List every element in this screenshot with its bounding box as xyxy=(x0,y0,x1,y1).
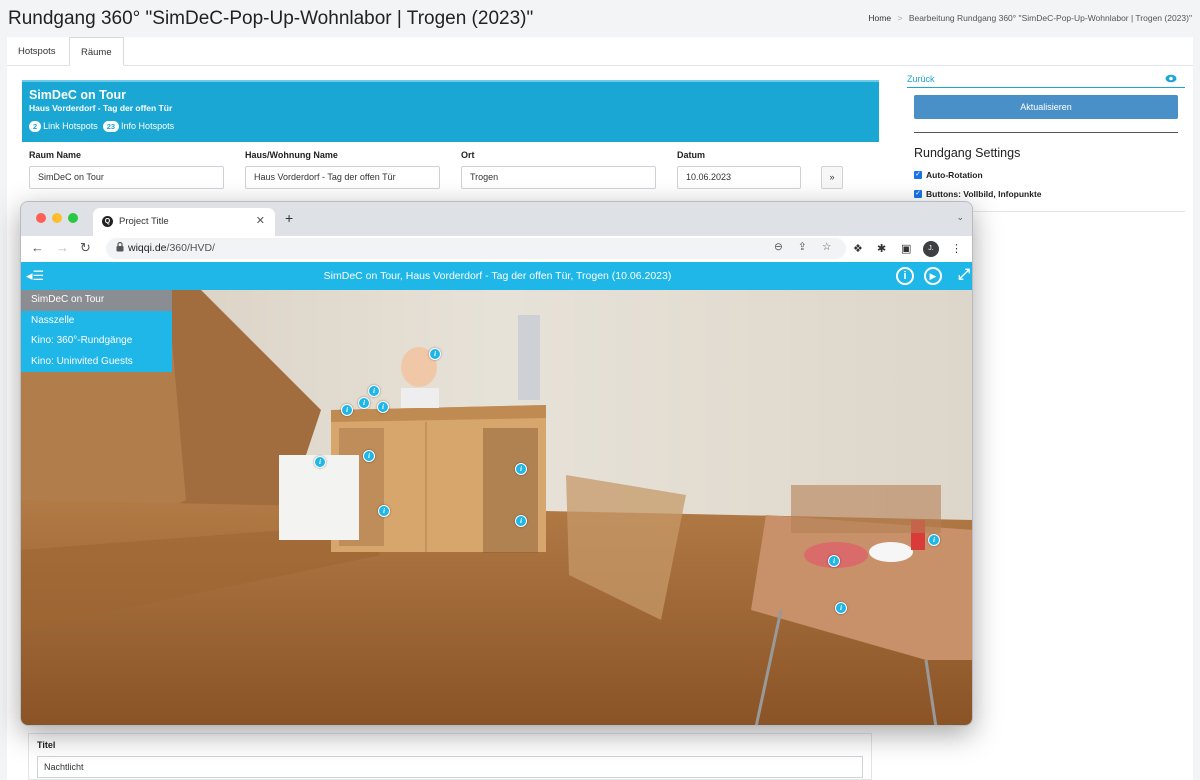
info-hotspot-icon[interactable]: i xyxy=(828,555,840,567)
info-hotspot-icon[interactable]: i xyxy=(363,450,375,462)
titel-input[interactable]: Nachtlicht xyxy=(37,756,863,778)
address-bar[interactable]: wiqqi.de/360/HVD/ ⊖ ⇪ ☆ xyxy=(106,238,846,259)
checkbox-checked-icon[interactable]: ✓ xyxy=(914,171,922,179)
info-hotspot-icon[interactable]: i xyxy=(378,505,390,517)
autorotate-play-icon[interactable]: ▶ xyxy=(924,267,942,285)
haus-name-input[interactable]: Haus Vorderdorf - Tag der offen Tür xyxy=(245,166,440,189)
hotspot-counts: 2 Link Hotspots 23 Info Hotspots xyxy=(29,121,174,132)
url-path: /360/HVD/ xyxy=(166,242,215,254)
url-text[interactable]: wiqqi.de/360/HVD/ xyxy=(128,242,215,254)
browser-window: Q Project Title ✕ + ⌄ ← → ↻ wiqqi.de/360… xyxy=(20,201,973,726)
breadcrumb-current: Bearbeitung Rundgang 360° "SimDeC-Pop-Up… xyxy=(908,13,1192,23)
sidebar-divider xyxy=(914,132,1178,133)
sidebar-settings: Zurück Aktualisieren Rundgang Settings ✓… xyxy=(907,72,1185,212)
browser-tab-title: Project Title xyxy=(119,216,169,227)
tab-close-icon[interactable]: ✕ xyxy=(256,214,265,227)
extensions-icon[interactable]: ✱ xyxy=(877,242,886,255)
next-button[interactable]: » xyxy=(821,166,843,189)
reload-icon[interactable]: ↻ xyxy=(80,240,91,256)
info-hotspot-icon[interactable]: i xyxy=(515,463,527,475)
link-hotspots-count: 2 Link Hotspots xyxy=(29,121,98,132)
avatar[interactable]: J. xyxy=(923,241,939,257)
titel-section: Titel Nachtlicht xyxy=(28,733,872,780)
share-icon[interactable]: ⇪ xyxy=(798,241,807,253)
info-hotspot-icon[interactable]: i xyxy=(429,348,441,360)
checkbox-checked-icon[interactable]: ✓ xyxy=(914,190,922,198)
room-item-simdec[interactable]: SimDeC on Tour xyxy=(21,290,172,311)
new-tab-icon[interactable]: + xyxy=(285,210,293,226)
breadcrumb-home-link[interactable]: Home xyxy=(868,13,891,23)
forward-arrow-icon[interactable]: → xyxy=(56,240,69,255)
room-item-nasszelle[interactable]: Nasszelle xyxy=(21,310,172,331)
lock-icon[interactable] xyxy=(116,241,124,254)
maximize-window-button[interactable] xyxy=(68,213,78,223)
minimize-window-button[interactable] xyxy=(52,213,62,223)
room-item-kino-guests[interactable]: Kino: Uninvited Guests xyxy=(21,351,172,372)
tour-header: ◂☰ SimDeC on Tour, Haus Vorderdorf - Tag… xyxy=(21,262,972,290)
panorama-viewer[interactable]: SimDeC on Tour Nasszelle Kino: 360°-Rund… xyxy=(21,290,972,725)
breadcrumb: Home > Bearbeitung Rundgang 360° "SimDeC… xyxy=(868,13,1192,23)
buttons-label: Buttons: Vollbild, Infopunkte xyxy=(926,189,1042,199)
datum-input[interactable]: 10.06.2023 xyxy=(677,166,801,189)
browser-toolbar: ← → ↻ wiqqi.de/360/HVD/ ⊖ ⇪ ☆ ❖ ✱ ▣ J. ⋮ xyxy=(21,236,972,262)
update-button[interactable]: Aktualisieren xyxy=(914,95,1178,119)
info-hotspots-label: Info Hotspots xyxy=(121,121,175,131)
tour-title: SimDeC on Tour, Haus Vorderdorf - Tag de… xyxy=(323,270,672,282)
raum-name-label: Raum Name xyxy=(29,150,82,160)
back-underline xyxy=(907,87,1185,88)
extension-puzzle-icon[interactable]: ❖ xyxy=(853,242,863,255)
room-item-kino-rundgaenge[interactable]: Kino: 360°-Rundgänge xyxy=(21,331,172,352)
info-hotspot-icon[interactable]: i xyxy=(928,534,940,546)
info-hotspot-icon[interactable]: i xyxy=(835,602,847,614)
info-hotspot-icon[interactable]: i xyxy=(358,397,370,409)
info-hotspots-count: 23 Info Hotspots xyxy=(102,121,175,132)
auto-rotation-checkbox[interactable]: ✓ Auto-Rotation xyxy=(914,170,983,180)
page-header: Rundgang 360° "SimDeC-Pop-Up-Wohnlabor |… xyxy=(0,0,1200,36)
buttons-checkbox[interactable]: ✓ Buttons: Vollbild, Infopunkte xyxy=(914,189,1042,199)
back-link[interactable]: Zurück xyxy=(907,74,935,84)
bookmark-star-icon[interactable]: ☆ xyxy=(822,241,831,253)
zoom-icon[interactable]: ⊖ xyxy=(774,241,783,253)
titel-label: Titel xyxy=(37,740,56,750)
settings-heading: Rundgang Settings xyxy=(914,146,1021,160)
ort-input[interactable]: Trogen xyxy=(461,166,656,189)
page-title: Rundgang 360° "SimDeC-Pop-Up-Wohnlabor |… xyxy=(8,8,534,29)
link-hotspots-label: Link Hotspots xyxy=(43,121,98,131)
browser-tab[interactable]: Q Project Title ✕ xyxy=(93,208,275,236)
info-hotspot-icon[interactable]: i xyxy=(515,515,527,527)
fullscreen-icon[interactable]: ⤢ xyxy=(958,266,970,283)
haus-name-label: Haus/Wohnung Name xyxy=(245,150,338,160)
info-hotspot-icon[interactable]: i xyxy=(314,456,326,468)
browser-tab-strip: Q Project Title ✕ + ⌄ xyxy=(21,202,972,236)
close-window-button[interactable] xyxy=(36,213,46,223)
tab-search-chevron-icon[interactable]: ⌄ xyxy=(956,212,964,223)
ort-label: Ort xyxy=(461,150,475,160)
auto-rotation-label: Auto-Rotation xyxy=(926,170,983,180)
info-hotspot-icon[interactable]: i xyxy=(341,404,353,416)
room-banner: SimDeC on Tour Haus Vorderdorf - Tag der… xyxy=(22,80,879,142)
tabs-bar: Hotspots Räume xyxy=(7,37,1193,66)
back-arrow-icon[interactable]: ← xyxy=(31,240,44,255)
info-hotspots-badge: 23 xyxy=(102,121,120,132)
room-banner-subtitle: Haus Vorderdorf - Tag der offen Tür xyxy=(29,103,173,113)
info-toggle-icon[interactable]: i xyxy=(896,267,914,285)
eye-icon[interactable] xyxy=(1165,74,1177,86)
room-menu: SimDeC on Tour Nasszelle Kino: 360°-Rund… xyxy=(21,290,172,372)
breadcrumb-separator: > xyxy=(897,13,903,23)
side-panel-icon[interactable]: ▣ xyxy=(901,242,911,255)
datum-label: Datum xyxy=(677,150,706,160)
browser-menu-icon[interactable]: ⋮ xyxy=(951,242,962,255)
tab-hotspots[interactable]: Hotspots xyxy=(7,37,67,66)
tab-raeume[interactable]: Räume xyxy=(69,37,124,66)
info-hotspot-icon[interactable]: i xyxy=(368,385,380,397)
room-banner-title: SimDeC on Tour xyxy=(29,88,126,102)
raum-name-input[interactable]: SimDeC on Tour xyxy=(29,166,224,189)
link-hotspots-badge: 2 xyxy=(29,121,42,132)
url-host: wiqqi.de xyxy=(128,242,167,254)
favicon-icon: Q xyxy=(102,216,113,227)
info-hotspot-icon[interactable]: i xyxy=(377,401,389,413)
